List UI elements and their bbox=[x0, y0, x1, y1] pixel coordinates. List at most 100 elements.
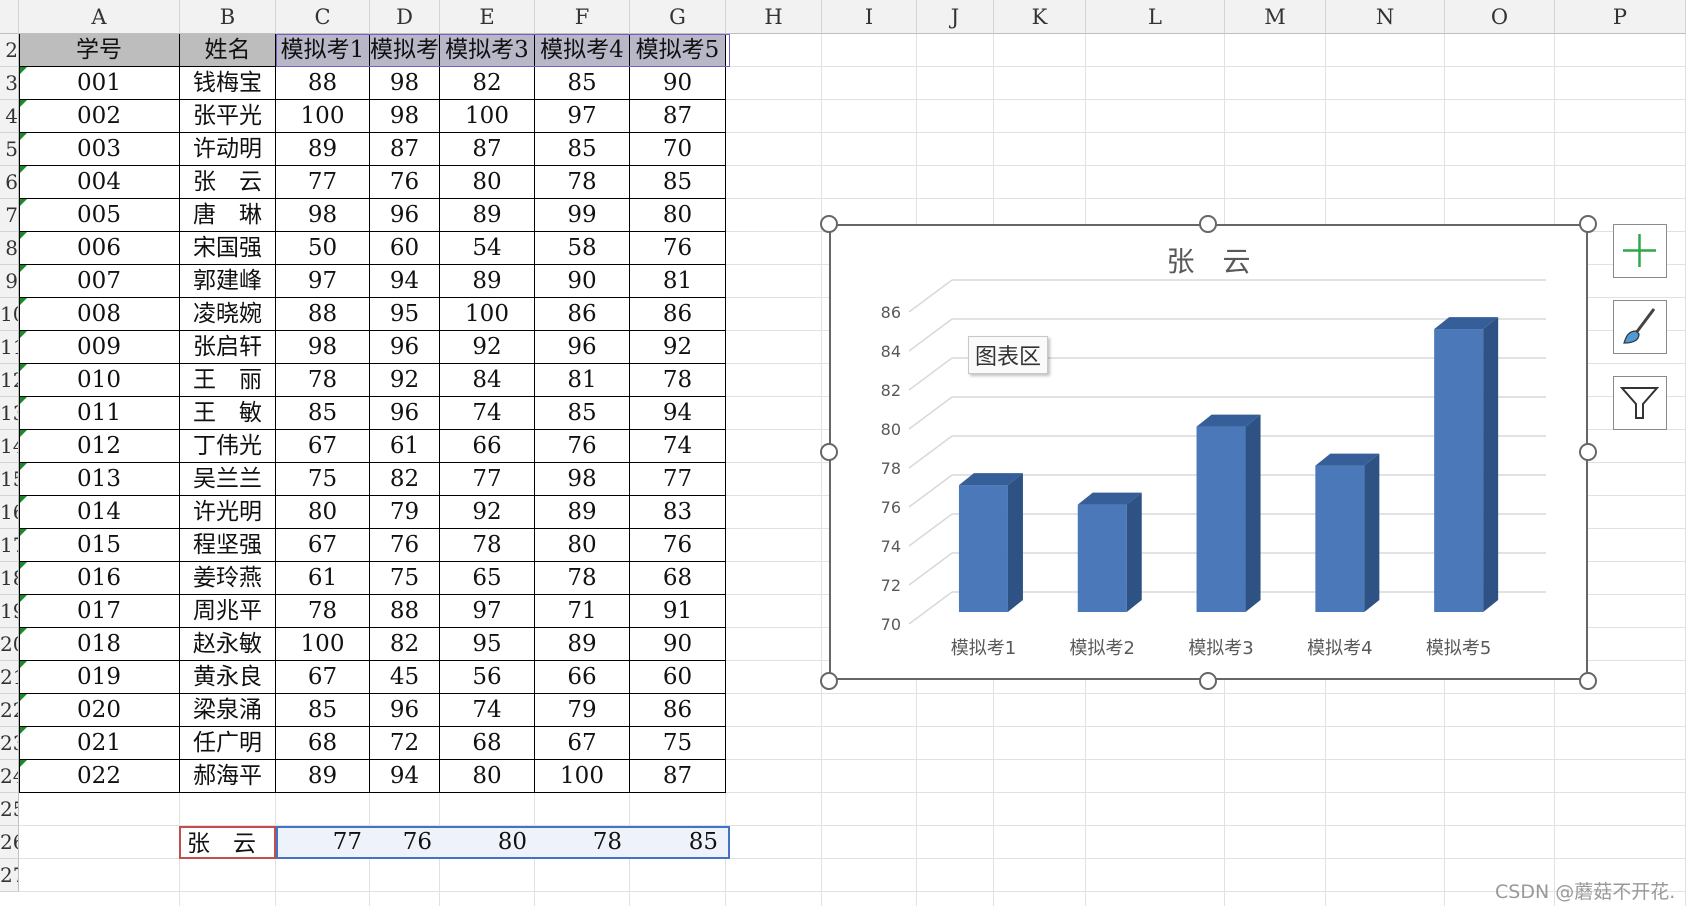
score-cell[interactable]: 89 bbox=[535, 496, 630, 529]
student-name-cell[interactable]: 任广明 bbox=[180, 727, 276, 760]
score-cell[interactable]: 75 bbox=[630, 727, 726, 760]
score-cell[interactable]: 94 bbox=[630, 397, 726, 430]
select-all-corner[interactable] bbox=[0, 0, 19, 34]
score-cell[interactable]: 74 bbox=[440, 694, 535, 727]
column-header-B[interactable]: B bbox=[180, 0, 276, 34]
score-cell[interactable]: 66 bbox=[440, 430, 535, 463]
score-cell[interactable]: 67 bbox=[535, 727, 630, 760]
student-id-cell[interactable]: 019 bbox=[19, 661, 180, 694]
score-cell[interactable]: 78 bbox=[440, 529, 535, 562]
score-cell[interactable]: 58 bbox=[535, 232, 630, 265]
score-cell[interactable]: 85 bbox=[276, 694, 370, 727]
student-id-cell[interactable]: 020 bbox=[19, 694, 180, 727]
score-cell[interactable]: 78 bbox=[535, 562, 630, 595]
bar-模拟考4[interactable] bbox=[1315, 453, 1380, 612]
score-cell[interactable]: 86 bbox=[535, 298, 630, 331]
score-cell[interactable]: 100 bbox=[276, 100, 370, 133]
score-cell[interactable]: 61 bbox=[276, 562, 370, 595]
row-header[interactable]: 10 bbox=[0, 298, 19, 331]
score-cell[interactable]: 80 bbox=[630, 199, 726, 232]
student-id-cell[interactable]: 012 bbox=[19, 430, 180, 463]
bar-模拟考1[interactable] bbox=[958, 473, 1023, 612]
student-id-cell[interactable]: 017 bbox=[19, 595, 180, 628]
score-cell[interactable]: 72 bbox=[370, 727, 440, 760]
score-cell[interactable]: 98 bbox=[535, 463, 630, 496]
bar-模拟考3[interactable] bbox=[1196, 414, 1261, 612]
score-cell[interactable]: 79 bbox=[370, 496, 440, 529]
row-header[interactable]: 14 bbox=[0, 430, 19, 463]
lookup-value-cell[interactable]: 76 bbox=[370, 826, 440, 859]
score-cell[interactable]: 76 bbox=[370, 529, 440, 562]
score-cell[interactable]: 74 bbox=[630, 430, 726, 463]
score-cell[interactable]: 86 bbox=[630, 298, 726, 331]
student-name-cell[interactable]: 凌晓婉 bbox=[180, 298, 276, 331]
resize-handle-middle-left[interactable] bbox=[820, 443, 838, 461]
student-name-cell[interactable]: 张 云 bbox=[180, 166, 276, 199]
score-cell[interactable]: 97 bbox=[440, 595, 535, 628]
score-cell[interactable]: 85 bbox=[535, 133, 630, 166]
resize-handle-bottom-left[interactable] bbox=[820, 672, 838, 690]
score-cell[interactable]: 67 bbox=[276, 430, 370, 463]
score-cell[interactable]: 100 bbox=[440, 298, 535, 331]
score-cell[interactable]: 89 bbox=[440, 265, 535, 298]
score-cell[interactable]: 87 bbox=[370, 133, 440, 166]
bar-模拟考2[interactable] bbox=[1077, 492, 1142, 612]
score-cell[interactable]: 96 bbox=[370, 331, 440, 364]
student-id-cell[interactable]: 013 bbox=[19, 463, 180, 496]
score-cell[interactable]: 83 bbox=[630, 496, 726, 529]
student-name-cell[interactable]: 张平光 bbox=[180, 100, 276, 133]
resize-handle-top-right[interactable] bbox=[1579, 215, 1597, 233]
row-header[interactable]: 16 bbox=[0, 496, 19, 529]
column-header-A[interactable]: A bbox=[19, 0, 180, 34]
score-cell[interactable]: 100 bbox=[276, 628, 370, 661]
score-cell[interactable]: 71 bbox=[535, 595, 630, 628]
column-header-H[interactable]: H bbox=[726, 0, 822, 34]
column-header-K[interactable]: K bbox=[994, 0, 1086, 34]
score-cell[interactable]: 92 bbox=[440, 331, 535, 364]
student-id-cell[interactable]: 016 bbox=[19, 562, 180, 595]
bar-模拟考5[interactable] bbox=[1434, 317, 1499, 612]
score-cell[interactable]: 82 bbox=[440, 67, 535, 100]
score-cell[interactable]: 56 bbox=[440, 661, 535, 694]
table-header-cell[interactable]: 模拟考5 bbox=[630, 34, 726, 67]
row-header[interactable]: 26 bbox=[0, 826, 19, 859]
score-cell[interactable]: 65 bbox=[440, 562, 535, 595]
score-cell[interactable]: 91 bbox=[630, 595, 726, 628]
row-header[interactable]: 20 bbox=[0, 628, 19, 661]
score-cell[interactable]: 60 bbox=[370, 232, 440, 265]
score-cell[interactable]: 97 bbox=[276, 265, 370, 298]
student-id-cell[interactable]: 010 bbox=[19, 364, 180, 397]
score-cell[interactable]: 90 bbox=[535, 265, 630, 298]
student-name-cell[interactable]: 吴兰兰 bbox=[180, 463, 276, 496]
score-cell[interactable]: 82 bbox=[370, 463, 440, 496]
student-id-cell[interactable]: 002 bbox=[19, 100, 180, 133]
table-header-cell[interactable]: 姓名 bbox=[180, 34, 276, 67]
student-id-cell[interactable]: 018 bbox=[19, 628, 180, 661]
score-cell[interactable]: 50 bbox=[276, 232, 370, 265]
column-header-L[interactable]: L bbox=[1086, 0, 1225, 34]
row-header[interactable]: 18 bbox=[0, 562, 19, 595]
student-name-cell[interactable]: 周兆平 bbox=[180, 595, 276, 628]
score-cell[interactable]: 81 bbox=[535, 364, 630, 397]
score-cell[interactable]: 77 bbox=[630, 463, 726, 496]
student-name-cell[interactable]: 丁伟光 bbox=[180, 430, 276, 463]
score-cell[interactable]: 67 bbox=[276, 529, 370, 562]
lookup-value-cell[interactable]: 77 bbox=[276, 826, 370, 859]
column-header-N[interactable]: N bbox=[1326, 0, 1445, 34]
score-cell[interactable]: 80 bbox=[276, 496, 370, 529]
student-id-cell[interactable]: 004 bbox=[19, 166, 180, 199]
student-name-cell[interactable]: 张启轩 bbox=[180, 331, 276, 364]
score-cell[interactable]: 95 bbox=[370, 298, 440, 331]
chart-filters-button[interactable] bbox=[1613, 376, 1667, 430]
score-cell[interactable]: 84 bbox=[440, 364, 535, 397]
row-header[interactable]: 9 bbox=[0, 265, 19, 298]
student-name-cell[interactable]: 姜玲燕 bbox=[180, 562, 276, 595]
score-cell[interactable]: 89 bbox=[535, 628, 630, 661]
score-cell[interactable]: 87 bbox=[630, 100, 726, 133]
column-header-I[interactable]: I bbox=[822, 0, 917, 34]
score-cell[interactable]: 77 bbox=[276, 166, 370, 199]
table-header-cell[interactable]: 模拟考3 bbox=[440, 34, 535, 67]
score-cell[interactable]: 45 bbox=[370, 661, 440, 694]
row-header[interactable]: 12 bbox=[0, 364, 19, 397]
student-name-cell[interactable]: 王 敏 bbox=[180, 397, 276, 430]
